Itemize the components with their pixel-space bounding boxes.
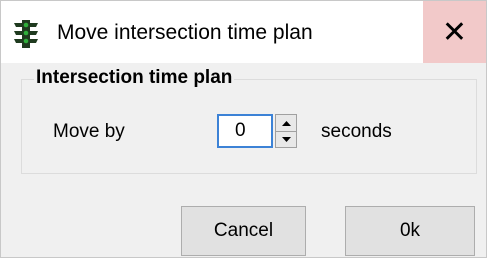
spin-down-button[interactable] (276, 131, 296, 147)
traffic-light-icon (14, 20, 38, 48)
seconds-unit-label: seconds (321, 121, 392, 142)
arrow-down-icon (281, 136, 291, 142)
close-icon: ✕ (441, 14, 468, 50)
ok-button[interactable]: 0k (345, 206, 475, 256)
seconds-spinner (275, 114, 297, 148)
close-button[interactable]: ✕ (423, 1, 486, 63)
cancel-button[interactable]: Cancel (181, 206, 306, 256)
arrow-up-icon (281, 120, 291, 126)
move-by-label: Move by (53, 121, 125, 142)
group-legend: Intersection time plan (34, 67, 235, 89)
dialog-window: Move intersection time plan ✕ Intersecti… (0, 0, 487, 258)
seconds-input[interactable] (217, 114, 273, 148)
spin-up-button[interactable] (276, 115, 296, 132)
title-bar: Move intersection time plan ✕ (1, 1, 486, 63)
window-title: Move intersection time plan (57, 21, 313, 44)
